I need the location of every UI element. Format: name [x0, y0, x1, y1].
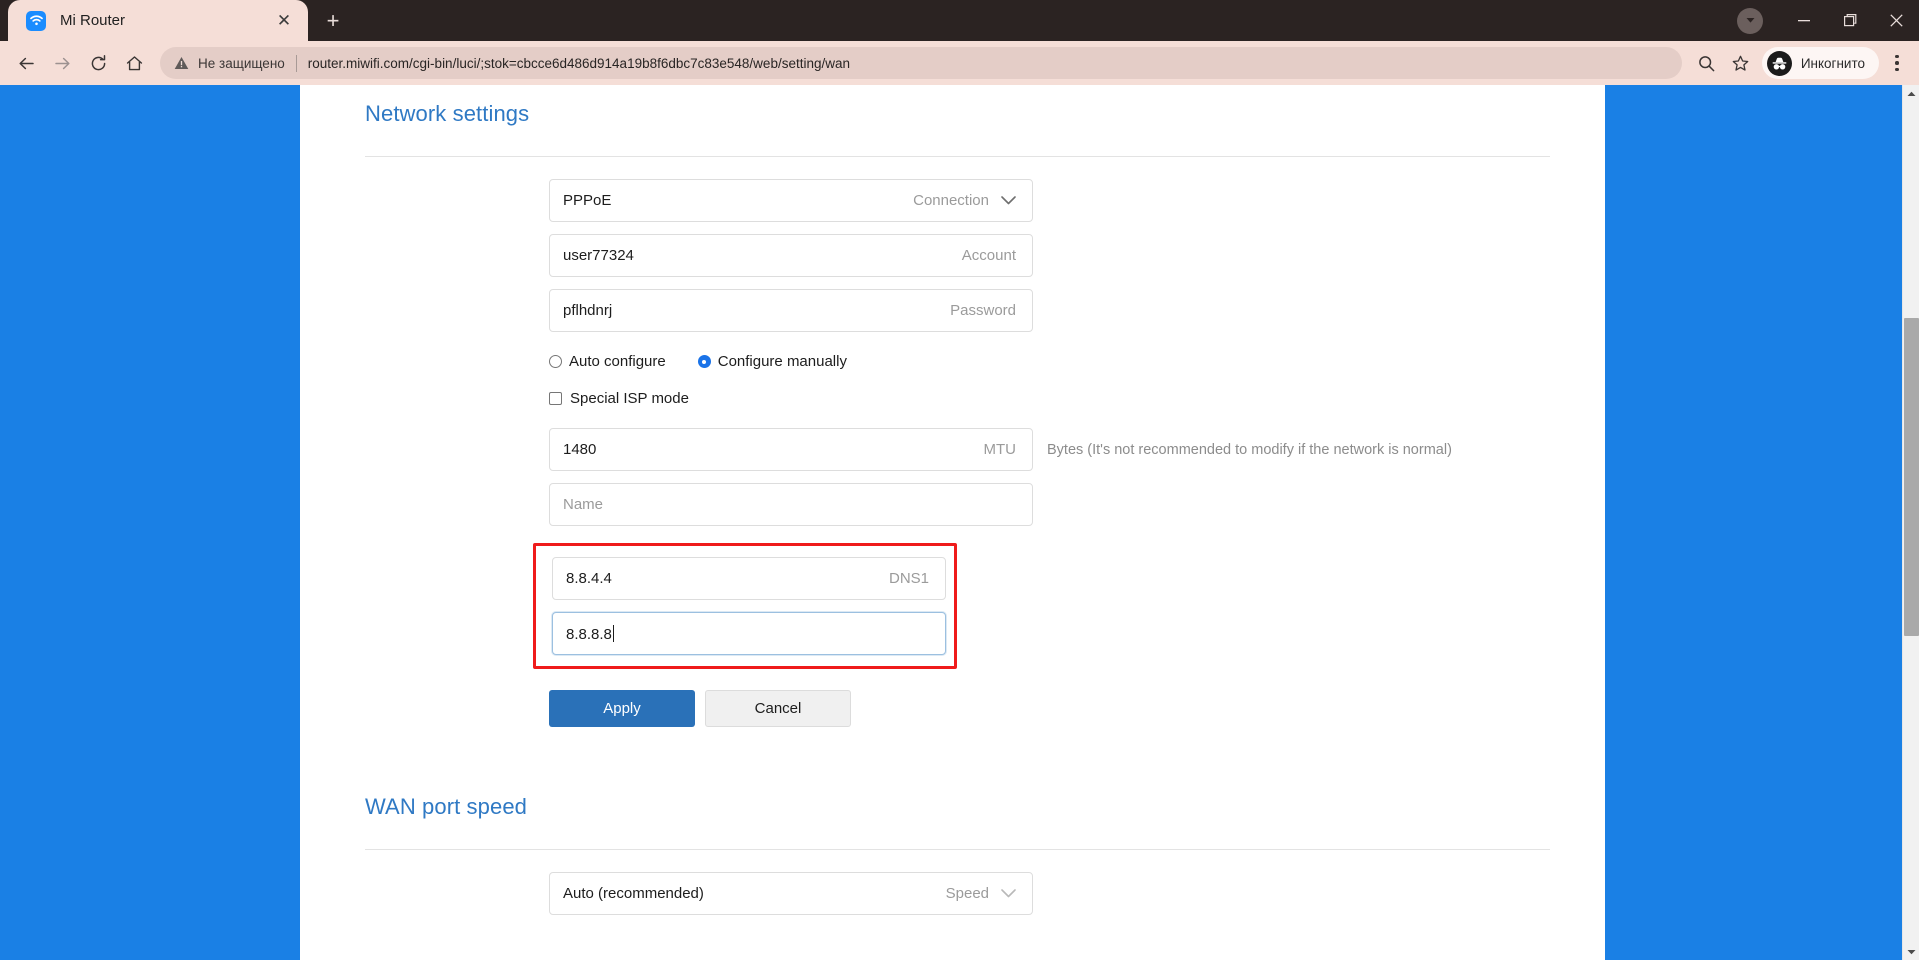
- wan-port-speed-section: WAN port speed Auto (recommended) Speed: [365, 778, 1550, 915]
- mtu-hint: Bytes (It's not recommended to modify if…: [1047, 441, 1452, 458]
- scroll-up-icon[interactable]: [1903, 85, 1919, 102]
- wifi-icon: [26, 10, 46, 31]
- url-text[interactable]: router.miwifi.com/cgi-bin/luci/;stok=cbc…: [308, 56, 1668, 71]
- browser-toolbar: Не защищено router.miwifi.com/cgi-bin/lu…: [0, 41, 1919, 85]
- mtu-value: 1480: [563, 441, 597, 458]
- kebab-menu-icon[interactable]: [1881, 45, 1913, 81]
- profile-incognito-button[interactable]: Инкогнито: [1761, 47, 1879, 79]
- special-isp-mode-checkbox[interactable]: Special ISP mode: [549, 390, 1550, 407]
- dns2-value: 8.8.8.8: [566, 624, 614, 643]
- chevron-down-icon[interactable]: [1001, 889, 1016, 898]
- page-viewport: Network settings PPPoE Connection user77…: [0, 85, 1919, 960]
- wan-port-speed-form: Auto (recommended) Speed: [365, 850, 1550, 915]
- tab-title: Mi Router: [60, 12, 126, 29]
- maximize-button[interactable]: [1827, 0, 1873, 41]
- text-cursor: [612, 624, 614, 642]
- warning-triangle-icon: [174, 56, 189, 70]
- downloads-icon[interactable]: [1737, 7, 1763, 34]
- dns1-field[interactable]: 8.8.4.4 DNS1: [552, 557, 946, 600]
- page-title: Network settings: [365, 101, 530, 126]
- page-scrollbar[interactable]: [1902, 85, 1919, 960]
- radio-button-selected-icon[interactable]: [697, 355, 711, 368]
- incognito-icon: [1766, 50, 1792, 76]
- password-label: Password: [950, 302, 1016, 319]
- checkbox-unchecked-icon[interactable]: [549, 392, 562, 405]
- scroll-down-icon[interactable]: [1903, 943, 1919, 960]
- radio-button-unselected-icon[interactable]: [549, 355, 562, 368]
- account-label: Account: [961, 247, 1016, 264]
- minimize-button[interactable]: [1781, 0, 1827, 41]
- router-page-sheet: Network settings PPPoE Connection user77…: [300, 85, 1605, 960]
- password-field[interactable]: pflhdnrj Password: [549, 289, 1033, 332]
- home-icon[interactable]: [116, 45, 152, 81]
- security-status-text: Не защищено: [198, 55, 285, 71]
- dns2-field[interactable]: 8.8.8.8: [552, 612, 946, 655]
- reload-icon[interactable]: [80, 45, 116, 81]
- chevron-down-icon[interactable]: [1001, 196, 1016, 205]
- config-mode-radio-group: Auto configure Configure manually: [549, 353, 1550, 370]
- close-icon[interactable]: ✕: [272, 9, 296, 33]
- omnibox-actions: Инкогнито: [1688, 45, 1913, 81]
- browser-window: Mi Router ✕ + Не защищено router.miwifi.…: [0, 0, 1919, 960]
- radio-auto-configure[interactable]: Auto configure: [549, 353, 666, 370]
- account-field[interactable]: user77324 Account: [549, 234, 1033, 277]
- dns-highlight-annotation: 8.8.4.4 DNS1 8.8.8.8: [533, 543, 957, 669]
- connection-type-select[interactable]: PPPoE Connection: [549, 179, 1033, 222]
- scrollbar-thumb[interactable]: [1904, 318, 1919, 636]
- close-window-button[interactable]: [1873, 0, 1919, 41]
- browser-tab-mi-router[interactable]: Mi Router ✕: [8, 0, 308, 41]
- mtu-row: 1480 MTU Bytes (It's not recommended to …: [549, 428, 1550, 471]
- network-settings-section: Network settings PPPoE Connection user77…: [365, 85, 1550, 727]
- network-settings-form: PPPoE Connection user77324 Account pflhd…: [365, 157, 1550, 727]
- connection-type-label: Connection: [913, 192, 989, 209]
- wan-speed-value: Auto (recommended): [563, 885, 704, 902]
- star-icon[interactable]: [1726, 48, 1756, 78]
- mtu-label: MTU: [983, 441, 1017, 458]
- search-icon[interactable]: [1692, 48, 1722, 78]
- password-value: pflhdnrj: [563, 302, 613, 319]
- service-name-placeholder: Name: [563, 496, 604, 513]
- wan-speed-label: Speed: [945, 885, 989, 902]
- tab-strip: Mi Router ✕ +: [0, 0, 1919, 41]
- wan-port-speed-title: WAN port speed: [365, 794, 527, 819]
- cancel-button[interactable]: Cancel: [705, 690, 851, 727]
- back-icon[interactable]: [8, 45, 44, 81]
- forward-icon[interactable]: [44, 45, 80, 81]
- profile-label: Инкогнито: [1800, 55, 1865, 71]
- address-bar[interactable]: Не защищено router.miwifi.com/cgi-bin/lu…: [160, 47, 1682, 79]
- radio-configure-manually[interactable]: Configure manually: [697, 353, 847, 370]
- connection-type-value: PPPoE: [563, 192, 612, 209]
- mtu-field[interactable]: 1480 MTU: [549, 428, 1033, 471]
- radio-configure-manually-label: Configure manually: [717, 353, 847, 370]
- account-value: user77324: [563, 247, 634, 264]
- form-actions: Apply Cancel: [549, 690, 1550, 727]
- omnibox-divider: [295, 54, 297, 72]
- apply-button[interactable]: Apply: [549, 690, 695, 727]
- dns1-value: 8.8.4.4: [566, 570, 612, 587]
- dns1-label: DNS1: [888, 570, 929, 587]
- new-tab-button[interactable]: +: [314, 4, 352, 38]
- service-name-field[interactable]: Name: [549, 483, 1033, 526]
- window-controls: [1737, 0, 1919, 41]
- special-isp-mode-label: Special ISP mode: [570, 390, 689, 407]
- wan-speed-select[interactable]: Auto (recommended) Speed: [549, 872, 1033, 915]
- radio-auto-configure-label: Auto configure: [569, 353, 666, 370]
- page-content: Network settings PPPoE Connection user77…: [365, 85, 1550, 915]
